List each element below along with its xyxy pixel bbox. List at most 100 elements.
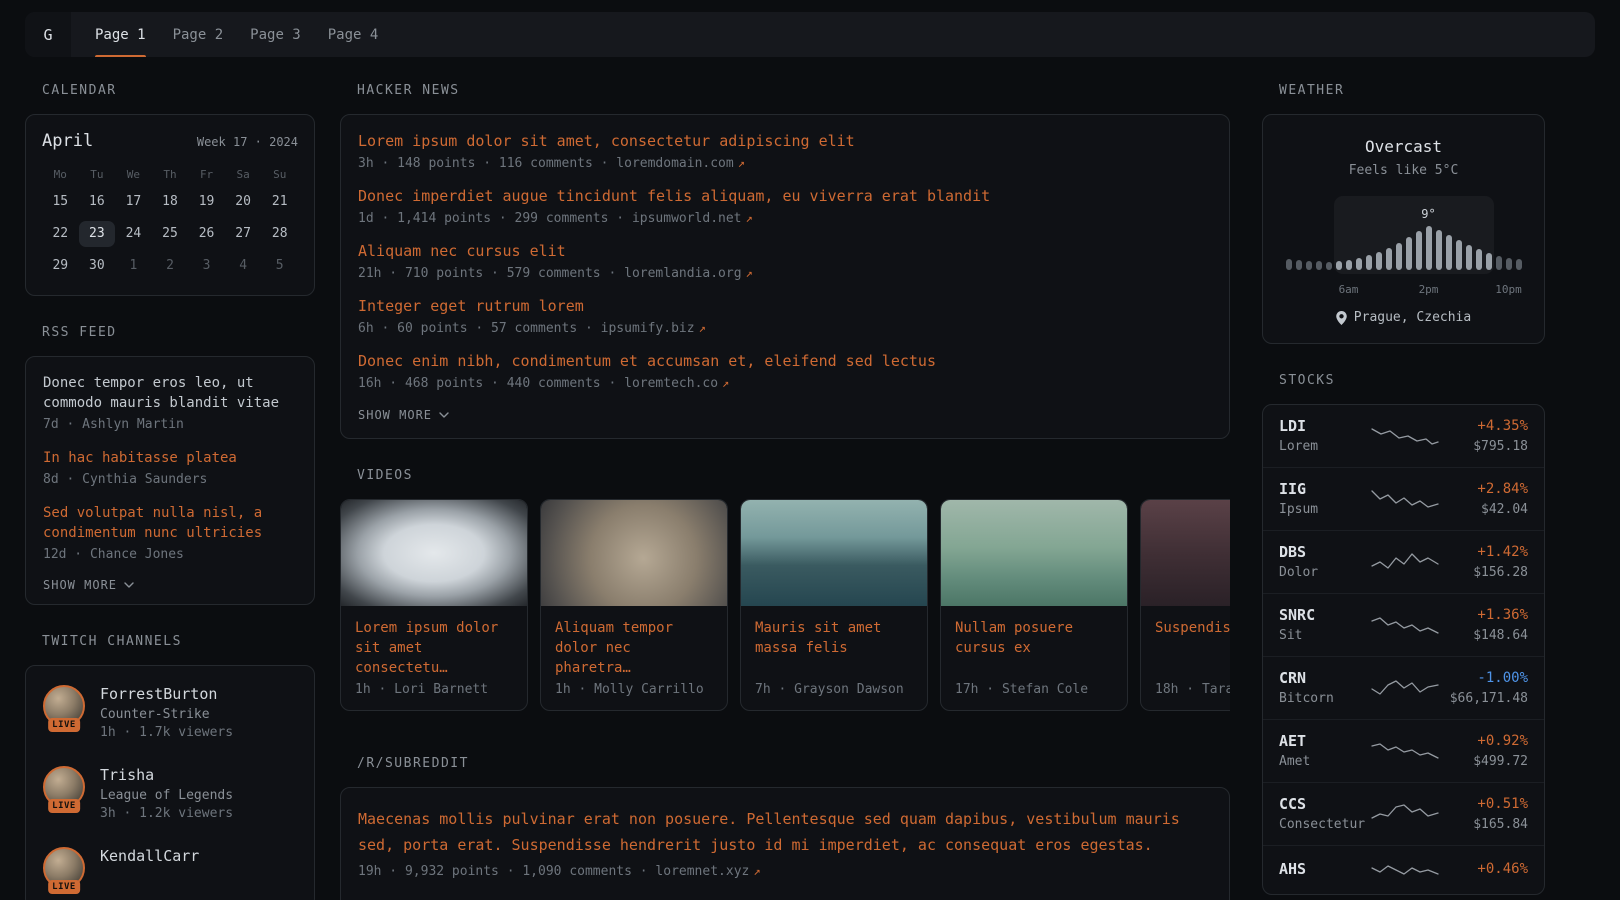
- page-tab[interactable]: Page 4: [328, 12, 379, 57]
- stock-row[interactable]: SNRC Sit +1.36% $148.64: [1263, 593, 1544, 656]
- hn-story-domain[interactable]: ipsumworld.net: [632, 211, 742, 226]
- stock-values: +2.84% $42.04: [1440, 479, 1528, 519]
- weather-card: Overcast Feels like 5°C 9°6am2pm10pm Pra…: [1262, 114, 1545, 344]
- page-tab[interactable]: Page 3: [250, 12, 301, 57]
- stock-id: DBS Dolor: [1279, 542, 1370, 582]
- rss-item: In hac habitasse platea 8d · Cynthia Sau…: [43, 440, 297, 495]
- calendar-header: CALENDAR: [25, 84, 315, 98]
- calendar-day: 1: [115, 253, 152, 279]
- page-tabs: Page 1 Page 2 Page 3 Page 4: [95, 12, 378, 57]
- stock-sparkline: [1370, 549, 1440, 575]
- page-tab-label: Page 2: [173, 27, 224, 43]
- video-title: Lorem ipsum dolor sit amet consectetu…: [341, 606, 527, 682]
- subreddit-post-title[interactable]: Maecenas mollis pulvinar erat non posuer…: [358, 806, 1212, 858]
- rss-item-title[interactable]: Sed volutpat nulla nisl, a condimentum n…: [43, 503, 297, 543]
- hn-story-title[interactable]: Donec imperdiet augue tincidunt felis al…: [358, 185, 1212, 207]
- hn-story-domain[interactable]: ipsumify.biz: [601, 321, 695, 336]
- twitch-channel[interactable]: LIVE KendallCarr: [43, 834, 297, 900]
- weather-time-label: 6am: [1339, 283, 1359, 296]
- video-list: Lorem ipsum dolor sit amet consectetu… 1…: [340, 499, 1230, 711]
- stock-row[interactable]: AHS +0.46%: [1263, 845, 1544, 894]
- stock-sparkline: [1370, 801, 1440, 827]
- external-link-icon: ↗: [699, 321, 706, 335]
- stock-row[interactable]: AET Amet +0.92% $499.72: [1263, 719, 1544, 782]
- stock-values: +4.35% $795.18: [1440, 416, 1528, 456]
- stock-id: SNRC Sit: [1279, 605, 1370, 645]
- twitch-channel[interactable]: LIVE ForrestBurton Counter-Strike 1h · 1…: [43, 672, 297, 753]
- stock-row[interactable]: CCS Consectetur +0.51% $165.84: [1263, 782, 1544, 845]
- videos-widget: VIDEOS Lorem ipsum dolor sit amet consec…: [340, 469, 1230, 711]
- twitch-widget: TWITCH CHANNELS LIVE ForrestBurton Count…: [25, 635, 315, 900]
- weather-feels-like: Feels like 5°C: [1279, 163, 1528, 178]
- twitch-card: LIVE ForrestBurton Counter-Strike 1h · 1…: [25, 665, 315, 900]
- calendar-weekday: Su: [261, 167, 298, 183]
- separator: ·: [608, 211, 631, 226]
- separator: ·: [577, 321, 600, 336]
- subreddit-post-stats: 19h · 9,932 points · 1,090 comments: [358, 864, 632, 879]
- rss-card: Donec tempor eros leo, ut commodo mauris…: [25, 356, 315, 605]
- video-card[interactable]: Lorem ipsum dolor sit amet consectetu… 1…: [340, 499, 528, 711]
- stock-name: Dolor: [1279, 564, 1370, 582]
- location-pin-icon: [1336, 311, 1347, 325]
- stocks-card: LDI Lorem +4.35% $795.18 IIG Ipsum: [1262, 404, 1545, 895]
- stock-sparkline: [1370, 423, 1440, 449]
- calendar-day: 28: [261, 221, 298, 247]
- twitch-header: TWITCH CHANNELS: [25, 635, 315, 649]
- rss-item-meta: 12d · Chance Jones: [43, 547, 297, 562]
- rss-show-more[interactable]: SHOW MORE: [43, 578, 297, 592]
- show-more-label: SHOW MORE: [43, 578, 117, 592]
- calendar-widget: CALENDAR April Week 17 · 2024 Mo Tu We T…: [25, 84, 315, 296]
- hn-story-title[interactable]: Integer eget rutrum lorem: [358, 295, 1212, 317]
- calendar-weekday: We: [115, 167, 152, 183]
- rss-item-meta: 7d · Ashlyn Martin: [43, 417, 297, 432]
- subreddit-post: Maecenas mollis pulvinar erat non posuer…: [358, 798, 1212, 887]
- hn-story-domain[interactable]: loremtech.co: [624, 376, 718, 391]
- logo[interactable]: G: [25, 12, 71, 57]
- stock-ticker: CRN: [1279, 668, 1370, 688]
- calendar-day: 26: [188, 221, 225, 247]
- channel-game: League of Legends: [100, 788, 233, 803]
- hn-story-stats: 21h · 710 points · 579 comments: [358, 266, 601, 281]
- calendar-month: April: [42, 131, 93, 151]
- topbar: G Page 1 Page 2 Page 3 Page 4: [25, 12, 1595, 57]
- hn-story-title[interactable]: Donec enim nibh, condimentum et accumsan…: [358, 350, 1212, 372]
- calendar-day: 27: [225, 221, 262, 247]
- twitch-channel[interactable]: LIVE Trisha League of Legends 3h · 1.2k …: [43, 753, 297, 834]
- stock-price: $66,171.48: [1440, 690, 1528, 708]
- external-link-icon: ↗: [746, 266, 753, 280]
- stock-ticker: CCS: [1279, 794, 1370, 814]
- page-tab[interactable]: Page 1: [95, 12, 146, 57]
- stock-row[interactable]: CRN Bitcorn -1.00% $66,171.48: [1263, 656, 1544, 719]
- hn-story-domain[interactable]: loremdomain.com: [616, 156, 733, 171]
- middle-column: HACKER NEWS Lorem ipsum dolor sit amet, …: [340, 84, 1230, 900]
- hackernews-card: Lorem ipsum dolor sit amet, consectetur …: [340, 114, 1230, 439]
- rss-item-title[interactable]: Donec tempor eros leo, ut commodo mauris…: [43, 373, 297, 413]
- subreddit-post-domain[interactable]: loremnet.xyz: [655, 864, 749, 879]
- stock-id: CCS Consectetur: [1279, 794, 1370, 834]
- video-title: Mauris sit amet massa felis: [741, 606, 927, 682]
- stock-change: +1.42%: [1440, 542, 1528, 562]
- hn-story-title[interactable]: Aliquam nec cursus elit: [358, 240, 1212, 262]
- page-tab[interactable]: Page 2: [173, 12, 224, 57]
- hn-story-domain[interactable]: loremlandia.org: [624, 266, 741, 281]
- calendar-day: 17: [115, 189, 152, 215]
- stock-id: AHS: [1279, 859, 1370, 881]
- stock-price: $148.64: [1440, 627, 1528, 645]
- weather-location-label: Prague, Czechia: [1354, 310, 1471, 325]
- video-card[interactable]: Aliquam tempor dolor nec pharetra… 1h · …: [540, 499, 728, 711]
- hn-story-title[interactable]: Lorem ipsum dolor sit amet, consectetur …: [358, 130, 1212, 152]
- live-badge: LIVE: [48, 880, 80, 894]
- rss-item-title[interactable]: In hac habitasse platea: [43, 448, 297, 468]
- video-title: Nullam posuere cursus ex: [941, 606, 1127, 682]
- video-card[interactable]: Suspendisse diam 18h · Tara: [1140, 499, 1230, 711]
- stock-row[interactable]: IIG Ipsum +2.84% $42.04: [1263, 467, 1544, 530]
- weather-widget: WEATHER Overcast Feels like 5°C 9°6am2pm…: [1262, 84, 1545, 344]
- stock-row[interactable]: DBS Dolor +1.42% $156.28: [1263, 530, 1544, 593]
- calendar-day: 16: [79, 189, 116, 215]
- hackernews-show-more[interactable]: SHOW MORE: [358, 408, 1212, 422]
- video-card[interactable]: Nullam posuere cursus ex 17h · Stefan Co…: [940, 499, 1128, 711]
- video-card[interactable]: Mauris sit amet massa felis 7h · Grayson…: [740, 499, 928, 711]
- stock-row[interactable]: LDI Lorem +4.35% $795.18: [1263, 405, 1544, 467]
- page-tab-label: Page 3: [250, 27, 301, 43]
- calendar-weekday: Mo: [42, 167, 79, 183]
